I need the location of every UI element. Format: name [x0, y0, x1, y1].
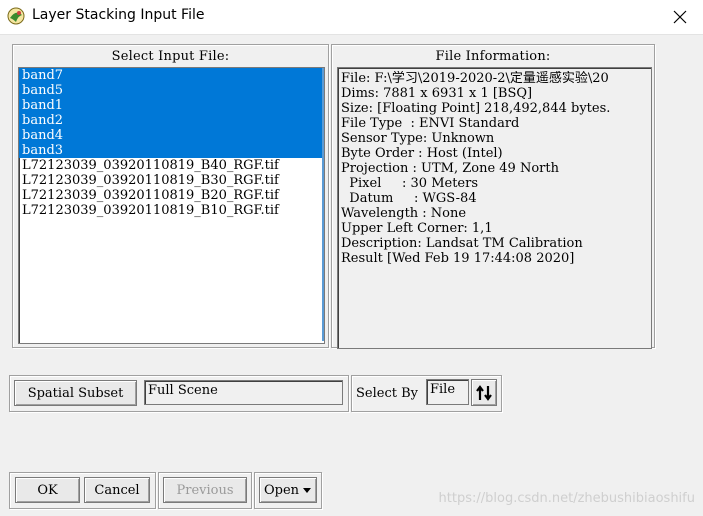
file-info-line: Description: Landsat TM Calibration — [341, 236, 583, 251]
spatial-subset-group: Spatial Subset Full Scene — [9, 375, 349, 412]
title-bar: Layer Stacking Input File — [0, 0, 703, 35]
select-input-group: Select Input File: band7 band5 band1 band2 b… — [12, 44, 329, 348]
open-button-label: Open — [263, 482, 300, 498]
list-scrollbar[interactable] — [322, 68, 324, 341]
watermark-text: https://blog.csdn.net/zhebushibiaoshifu — [438, 491, 695, 506]
open-group: Open — [254, 472, 322, 509]
previous-button[interactable]: Previous — [163, 477, 247, 503]
subset-value-field[interactable]: Full Scene — [144, 380, 343, 405]
file-info-line: Byte Order : Host (Intel) — [341, 146, 503, 161]
file-info-line: Dims: 7881 x 6931 x 1 [BSQ] — [341, 86, 533, 101]
sort-arrows-icon — [476, 384, 492, 401]
file-info-line: Pixel : 30 Meters — [341, 176, 479, 191]
file-info-line: Sensor Type: Unknown — [341, 131, 495, 146]
select-by-value[interactable]: File — [426, 379, 469, 405]
file-info-label: File Information: — [435, 49, 551, 64]
list-item[interactable]: band7 — [19, 68, 323, 83]
list-item[interactable]: band3 — [19, 143, 323, 158]
window-title: Layer Stacking Input File — [32, 7, 205, 23]
file-info-line: Projection : UTM, Zone 49 North — [341, 161, 559, 176]
close-button[interactable] — [657, 0, 703, 34]
list-item[interactable]: band5 — [19, 83, 323, 98]
select-by-label: Select By — [356, 386, 418, 401]
file-info-line: File Type : ENVI Standard — [341, 116, 520, 131]
cancel-button[interactable]: Cancel — [84, 477, 150, 503]
list-item[interactable]: band2 — [19, 113, 323, 128]
ok-button[interactable]: OK — [15, 477, 80, 503]
file-info-line: Size: [Floating Point] 218,492,844 bytes… — [341, 101, 611, 116]
dropdown-arrow-icon — [303, 488, 312, 493]
close-icon — [673, 10, 687, 24]
file-info-line: Wavelength : None — [341, 206, 467, 221]
ok-cancel-group: OK Cancel — [9, 472, 156, 509]
open-button[interactable]: Open — [259, 477, 317, 503]
file-info-text: File: F:\学习\2019-2020-2\定量遥感实验\20 Dims: 7… — [337, 67, 652, 349]
spatial-subset-button[interactable]: Spatial Subset — [14, 380, 137, 406]
previous-group: Previous — [158, 472, 252, 509]
list-item[interactable]: band1 — [19, 98, 323, 113]
list-item[interactable]: L72123039_03920110819_B40_RGF.tif — [19, 158, 323, 173]
list-item[interactable]: L72123039_03920110819_B10_RGF.tif — [19, 203, 323, 218]
list-item[interactable]: L72123039_03920110819_B20_RGF.tif — [19, 188, 323, 203]
list-item[interactable]: L72123039_03920110819_B30_RGF.tif — [19, 173, 323, 188]
input-file-list[interactable]: band7 band5 band1 band2 band4 band3 L72123039_… — [18, 67, 325, 344]
file-info-line: Upper Left Corner: 1,1 — [341, 221, 493, 236]
file-info-line: Result [Wed Feb 19 17:44:08 2020] — [341, 251, 575, 266]
select-by-group: Select By File — [351, 375, 502, 412]
file-info-line: Datum : WGS-84 — [341, 191, 477, 206]
file-info-line: File: F:\学习\2019-2020-2\定量遥感实验\20 — [341, 71, 609, 86]
file-info-group: File Information: File: F:\学习\2019-2020-… — [331, 44, 655, 349]
select-input-label: Select Input File: — [111, 49, 230, 64]
list-item[interactable]: band4 — [19, 128, 323, 143]
sort-toggle-button[interactable] — [471, 379, 497, 406]
envi-app-icon — [7, 7, 25, 25]
